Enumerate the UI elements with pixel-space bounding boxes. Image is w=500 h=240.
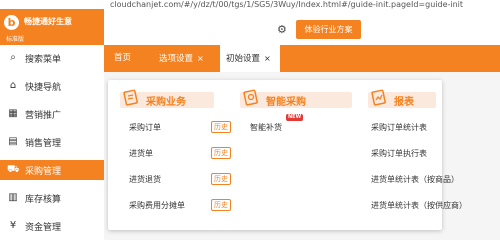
settings-gear-icon[interactable]: ⚙ xyxy=(277,24,288,35)
home-icon: ⌂ xyxy=(9,80,17,91)
column-title: 采购业务 xyxy=(146,97,186,108)
browser-url[interactable]: cloudchanjet.com/#/y/dz/t/00/tgs/1/SG5/3… xyxy=(110,0,500,9)
close-icon[interactable]: × xyxy=(197,54,204,63)
tab-option-settings[interactable]: 选项设置 × xyxy=(159,45,204,72)
report-icon xyxy=(371,89,386,106)
history-tag[interactable]: 历史 xyxy=(211,199,231,211)
smart-purchase-icon xyxy=(243,89,258,106)
link-po-execution[interactable]: 采购订单执行表 xyxy=(371,148,427,159)
sidebar-item-purchase[interactable]: ⛟ 采购管理 xyxy=(0,160,104,180)
history-tag[interactable]: 历史 xyxy=(211,147,231,159)
tab-initial-settings[interactable]: 初始设置 × xyxy=(220,45,280,72)
new-badge: NEW xyxy=(286,114,304,121)
top-bar: cloudchanjet.com/#/y/dz/t/00/tgs/1/SG5/3… xyxy=(0,0,500,45)
tab-label: 选项设置 xyxy=(159,54,194,64)
history-tag[interactable]: 历史 xyxy=(211,173,231,185)
sidebar-item-label: 快捷导航 xyxy=(25,82,62,93)
sidebar-item-quick-nav[interactable]: ⌂ 快捷导航 xyxy=(0,76,104,96)
tab-bar: 首页 选项设置 × 初始设置 × xyxy=(104,45,500,72)
experience-industry-button[interactable]: 体验行业方案 xyxy=(296,20,361,39)
sidebar-item-label: 销售管理 xyxy=(25,138,62,149)
sidebar-item-search-menu[interactable]: ⌕ 搜索菜单 xyxy=(0,48,104,68)
close-icon[interactable]: × xyxy=(264,54,271,63)
shop-icon: ▦ xyxy=(8,108,18,119)
sales-icon: ▤ xyxy=(8,136,18,147)
cart-icon: ⛟ xyxy=(7,164,20,175)
search-menu-icon: ⌕ xyxy=(10,52,16,63)
column-title: 智能采购 xyxy=(266,97,306,108)
sidebar-item-label: 营销推广 xyxy=(25,110,62,121)
sidebar-item-label: 库存核算 xyxy=(25,194,62,205)
app-version: 标准版 xyxy=(6,36,25,43)
sidebar-item-label: 采购管理 xyxy=(25,166,62,177)
history-tag[interactable]: 历史 xyxy=(211,121,231,133)
purchase-doc-icon xyxy=(123,89,138,106)
link-smart-replenish[interactable]: 智能补货 xyxy=(250,122,282,133)
app-logo[interactable]: b 畅捷通好生意 标准版 xyxy=(0,9,104,45)
money-icon: ¥ xyxy=(9,220,17,231)
app-name: 畅捷通好生意 xyxy=(24,17,72,26)
sidebar: ⌕ 搜索菜单 ⌂ 快捷导航 ▦ 营销推广 ▤ 销售管理 ⛟ 采购管理 ▥ 库存核… xyxy=(0,45,105,240)
sidebar-item-inventory[interactable]: ▥ 库存核算 xyxy=(0,188,104,208)
link-po-statistics[interactable]: 采购订单统计表 xyxy=(371,122,427,133)
logo-mark-icon: b xyxy=(4,15,19,30)
link-receipt-stats-by-product[interactable]: 进货单统计表（按商品） xyxy=(371,174,459,185)
column-title: 报表 xyxy=(394,97,414,108)
tab-home[interactable]: 首页 xyxy=(114,45,131,72)
sidebar-item-label: 资金管理 xyxy=(25,222,62,233)
link-purchase-return[interactable]: 进货退货 xyxy=(129,174,161,185)
sidebar-item-marketing[interactable]: ▦ 营销推广 xyxy=(0,104,104,124)
sidebar-item-finance[interactable]: ¥ 资金管理 xyxy=(0,216,104,236)
sidebar-item-sales[interactable]: ▤ 销售管理 xyxy=(0,132,104,152)
link-receipt-stats-by-supplier[interactable]: 进货单统计表（按供应商） xyxy=(371,200,467,211)
inventory-icon: ▥ xyxy=(8,192,18,203)
link-purchase-order[interactable]: 采购订单 xyxy=(129,122,161,133)
link-purchase-cost-allocation[interactable]: 采购费用分摊单 xyxy=(129,200,185,211)
sidebar-item-label: 搜索菜单 xyxy=(25,54,62,65)
link-receipt[interactable]: 进货单 xyxy=(129,148,153,159)
tab-label: 初始设置 xyxy=(226,54,261,64)
tab-label: 首页 xyxy=(114,53,132,63)
